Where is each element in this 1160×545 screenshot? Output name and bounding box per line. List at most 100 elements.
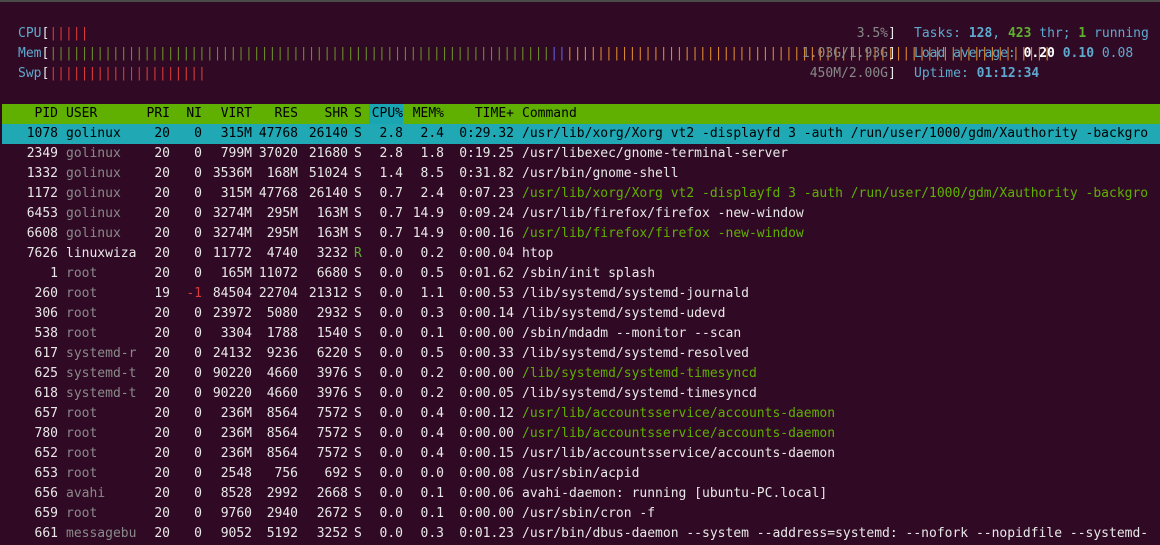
cell-res: 5080 <box>266 306 298 321</box>
cell-user: root <box>66 426 98 441</box>
column-header-pri[interactable]: PRI <box>136 104 170 124</box>
process-row[interactable]: 1172 golinux 20 0 315M 47768 26140 S 0.7 2.4 0:07.… <box>2 184 1160 204</box>
cell-s: S <box>354 146 362 161</box>
cell-user: golinux <box>66 186 121 201</box>
cell-s: S <box>354 506 362 521</box>
cell-virt: 8528 <box>220 486 252 501</box>
cell-command: /lib/systemd/systemd-journald <box>522 286 749 301</box>
column-header-user[interactable]: USER <box>66 104 136 124</box>
cell-virt: 3274M <box>212 226 252 241</box>
cell-ni: -1 <box>186 286 202 301</box>
cell-s: S <box>354 346 362 361</box>
cell-s: S <box>354 166 362 181</box>
uptime-label: Uptime: <box>914 66 977 81</box>
cell-cpu: 0.7 <box>379 206 403 221</box>
cell-virt: 24132 <box>212 346 252 361</box>
cell-ni: 0 <box>194 526 202 541</box>
meter-bracket-close: ] <box>888 26 896 41</box>
cell-shr: 3252 <box>316 526 348 541</box>
process-row[interactable]: 625 systemd-t 20 0 90220 4660 3976 S 0.0 0.2 0:00.… <box>2 364 1160 384</box>
process-row[interactable]: 6453 golinux 20 0 3274M 295M 163M S 0.7 14.9 0:09.… <box>2 204 1160 224</box>
column-header-virt[interactable]: VIRT <box>202 104 252 124</box>
process-row[interactable]: 6608 golinux 20 0 3274M 295M 163M S 0.7 14.9 0:00.… <box>2 224 1160 244</box>
cell-command: /usr/lib/firefox/firefox -new-window <box>522 206 804 221</box>
column-header-state[interactable]: S <box>354 104 366 124</box>
cell-virt: 3536M <box>212 166 252 181</box>
cell-cpu: 0.0 <box>379 366 403 381</box>
process-row[interactable]: 538 root 20 0 3304 1788 1540 S 0.0 0.1 0:00.00/sbi… <box>2 324 1160 344</box>
cell-shr: 2668 <box>316 486 348 501</box>
cell-pid: 657 <box>34 406 58 421</box>
column-header-shr[interactable]: SHR <box>298 104 348 124</box>
cell-user: systemd-t <box>66 366 137 381</box>
cell-pri: 20 <box>154 506 170 521</box>
cell-time: 0:00.00 <box>459 326 514 341</box>
process-row[interactable]: 659 root 20 0 9760 2940 2672 S 0.0 0.1 0:00.00/usr… <box>2 504 1160 524</box>
cell-user: avahi <box>66 486 106 501</box>
cell-pri: 20 <box>154 226 170 241</box>
column-header-mem[interactable]: MEM% <box>406 104 444 124</box>
cell-pid: 7626 <box>26 246 58 261</box>
cell-res: 47768 <box>258 186 298 201</box>
process-row[interactable]: 306 root 20 0 23972 5080 2932 S 0.0 0.3 0:00.14/li… <box>2 304 1160 324</box>
tasks-sep: , <box>992 26 1008 41</box>
cell-time: 0:00.00 <box>459 366 514 381</box>
cell-virt: 90220 <box>212 366 252 381</box>
cell-virt: 23972 <box>212 306 252 321</box>
process-row[interactable]: 1332 golinux 20 0 3536M 168M 51024 S 1.4 8.5 0:31.… <box>2 164 1160 184</box>
process-row[interactable]: 618 systemd-t 20 0 90220 4660 3976 S 0.0 0.2 0:00.… <box>2 384 1160 404</box>
column-header-pid[interactable]: PID <box>2 104 58 124</box>
cell-user: golinux <box>66 226 121 241</box>
column-header-res[interactable]: RES <box>252 104 298 124</box>
process-row[interactable]: 2349 golinux 20 0 799M 37020 21680 S 2.8 1.8 0:19.… <box>2 144 1160 164</box>
process-row[interactable]: 656 avahi 20 0 8528 2992 2668 S 0.0 0.1 0:00.06 ava… <box>2 484 1160 504</box>
cell-shr: 3232 <box>316 246 348 261</box>
cell-s: S <box>354 486 362 501</box>
cell-user: systemd-r <box>66 346 137 361</box>
swp-meter-bars: |||||||||||||||||||| <box>49 66 206 81</box>
cell-command: /usr/lib/firefox/firefox -new-window <box>522 226 804 241</box>
process-row[interactable]: 7626 linuxwiza 20 0 11772 4740 3232 R 0.0 0.2 0:00… <box>2 244 1160 264</box>
process-row-selected[interactable]: 1078 golinux 20 0 315M 47768 26140 S 2.8 2.4 0:29.… <box>2 124 1160 144</box>
cell-res: 2992 <box>266 486 298 501</box>
cell-ni: 0 <box>194 146 202 161</box>
cell-shr: 3976 <box>316 386 348 401</box>
cell-shr: 26140 <box>308 186 348 201</box>
cell-shr: 2672 <box>316 506 348 521</box>
tasks-count: 128 <box>968 26 993 41</box>
cell-mem: 0.4 <box>420 446 444 461</box>
process-row[interactable]: 780 root 20 0 236M 8564 7572 S 0.0 0.4 0:00.00/usr… <box>2 424 1160 444</box>
process-row[interactable]: 652 root 20 0 236M 8564 7572 S 0.0 0.4 0:00.15/usr… <box>2 444 1160 464</box>
cell-time: 0:00.06 <box>459 486 514 501</box>
cell-cpu: 2.8 <box>379 146 403 161</box>
cell-mem: 0.5 <box>420 266 444 281</box>
cell-shr: 7572 <box>316 426 348 441</box>
cell-pri: 20 <box>154 386 170 401</box>
cell-user: systemd-t <box>66 386 137 401</box>
process-row[interactable]: 657 root 20 0 236M 8564 7572 S 0.0 0.4 0:00.12/usr… <box>2 404 1160 424</box>
cell-pid: 652 <box>34 446 58 461</box>
column-header-cpu[interactable]: CPU% <box>369 104 403 124</box>
process-row[interactable]: 260 root 19 -1 84504 22704 21312 S 0.0 1.1 0:00.53… <box>2 284 1160 304</box>
cell-shr: 163M <box>316 206 348 221</box>
cell-command: /usr/lib/xorg/Xorg vt2 -displayfd 3 -aut… <box>522 186 1149 201</box>
cell-cpu: 0.0 <box>379 266 403 281</box>
process-row[interactable]: 661 messagebu 20 0 9052 5192 3252 S 0.0 0.3 0:01.2… <box>2 524 1160 544</box>
cell-pid: 656 <box>34 486 58 501</box>
cell-virt: 799M <box>220 146 252 161</box>
process-row[interactable]: 653 root 20 0 2548 756 692 S 0.0 0.0 0:00.08/usr/s… <box>2 464 1160 484</box>
load-15min: 0.08 <box>1101 46 1134 61</box>
column-header-command[interactable]: Command <box>522 104 642 124</box>
cell-shr: 7572 <box>316 406 348 421</box>
column-header-ni[interactable]: NI <box>170 104 202 124</box>
process-row[interactable]: 617 systemd-r 20 0 24132 9236 6220 S 0.0 0.5 0:00.… <box>2 344 1160 364</box>
cell-pri: 20 <box>154 446 170 461</box>
cell-pri: 20 <box>154 306 170 321</box>
cell-pri: 20 <box>154 246 170 261</box>
cell-command: /usr/sbin/acpid <box>522 466 640 481</box>
cpu-meter: CPU[||||| 3.5%] <box>18 24 896 44</box>
cell-shr: 21680 <box>308 146 348 161</box>
cell-cpu: 0.0 <box>379 486 403 501</box>
column-header-time[interactable]: TIME+ <box>448 104 514 124</box>
process-row[interactable]: 1 root 20 0 165M 11072 6680 S 0.0 0.5 0:01.62/sbin… <box>2 264 1160 284</box>
